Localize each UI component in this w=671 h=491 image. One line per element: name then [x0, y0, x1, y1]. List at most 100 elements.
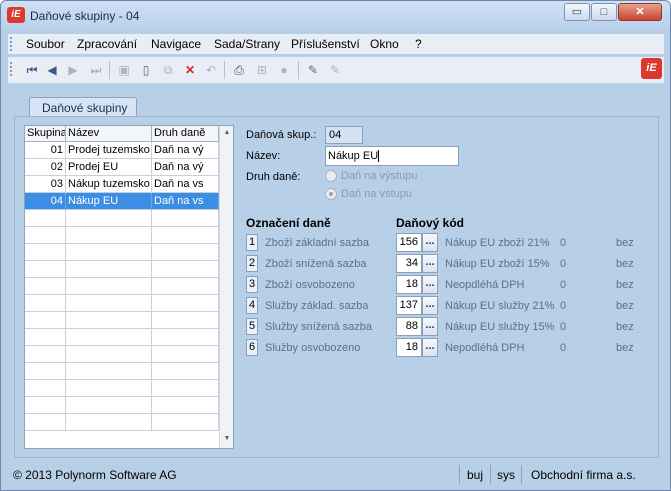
- tax-code-input[interactable]: 34: [396, 254, 422, 273]
- tax-code-description: Nepodléhá DPH: [445, 342, 525, 354]
- groups-grid[interactable]: Skupina Název Druh daně 01 Prodej tuzems…: [24, 125, 234, 449]
- empty-row: [25, 346, 219, 363]
- previous-record-icon[interactable]: ◀: [44, 62, 60, 78]
- status-user: buj: [467, 468, 484, 482]
- disabled-circle-icon[interactable]: ●: [276, 62, 292, 78]
- next-record-icon[interactable]: ▶: [65, 62, 81, 78]
- toolbar-separator: [109, 61, 110, 79]
- status-separator: [459, 465, 460, 484]
- danovy-kod-header: Daňový kód: [396, 216, 465, 230]
- grid-scrollbar[interactable]: ▲ ▼: [219, 126, 233, 448]
- copy-icon[interactable]: ⧉: [160, 62, 176, 78]
- menu-soubor[interactable]: Soubor: [26, 37, 65, 51]
- tax-code-lookup-button[interactable]: ...: [422, 338, 438, 357]
- app-logo-icon[interactable]: iE: [7, 7, 25, 23]
- column-header-druh[interactable]: Druh daně: [152, 126, 219, 142]
- tax-code-input[interactable]: 18: [396, 338, 422, 357]
- cell-skupina: 01: [25, 142, 66, 159]
- toolbar-grip: [10, 62, 12, 76]
- empty-row: [25, 363, 219, 380]
- oznaceni-dane-header: Označení daně: [246, 216, 331, 230]
- menu-prislusenstvi[interactable]: Příslušenství: [291, 37, 360, 51]
- tax-flag-value: bez: [616, 300, 634, 312]
- tax-code-description: Nákup EU služby 21%: [445, 300, 555, 312]
- menu-okno[interactable]: Okno: [370, 37, 399, 51]
- tax-rate-value: 0: [560, 321, 567, 333]
- druh-label: Druh daně:: [246, 171, 301, 183]
- cell-skupina: 02: [25, 159, 66, 176]
- table-row-selected[interactable]: 04 Nákup EU Daň na vs: [25, 193, 219, 210]
- empty-row: [25, 244, 219, 261]
- tax-flag-value: bez: [616, 237, 634, 249]
- radio-dan-na-vystupu[interactable]: [325, 170, 337, 182]
- window-title: Daňové skupiny - 04: [30, 9, 140, 23]
- table-row[interactable]: 03 Nákup tuzemsko Daň na vs: [25, 176, 219, 193]
- status-firm: Obchodní firma a.s.: [531, 468, 636, 482]
- tax-code-lookup-button[interactable]: ...: [422, 254, 438, 273]
- structure-icon[interactable]: ⊞: [254, 62, 270, 78]
- tax-code-lookup-button[interactable]: ...: [422, 296, 438, 315]
- empty-row: [25, 329, 219, 346]
- tax-row-name: Služby základ. sazba: [265, 300, 369, 312]
- scroll-up-icon[interactable]: ▲: [222, 129, 232, 136]
- tax-row-name: Zboží základní sazba: [265, 237, 369, 249]
- print-icon[interactable]: ⎙: [231, 62, 247, 78]
- save-icon[interactable]: ▣: [116, 62, 132, 78]
- tax-code-lookup-button[interactable]: ...: [422, 317, 438, 336]
- radio-dan-na-vstupu[interactable]: [325, 188, 337, 200]
- close-button[interactable]: ✕: [618, 3, 662, 21]
- tax-row-number: 6: [246, 339, 258, 356]
- tax-code-input[interactable]: 18: [396, 275, 422, 294]
- empty-row: [25, 380, 219, 397]
- main-window: iE Daňové skupiny - 04 ▭ □ ✕ Soubor Zpra…: [0, 0, 671, 491]
- first-record-icon[interactable]: ⏮: [24, 62, 40, 78]
- edit-pen-icon[interactable]: ✎: [305, 62, 321, 78]
- menu-navigace[interactable]: Navigace: [151, 37, 201, 51]
- tax-rate-value: 0: [560, 342, 567, 354]
- empty-row: [25, 397, 219, 414]
- column-header-skupina[interactable]: Skupina: [25, 126, 66, 142]
- maximize-button[interactable]: □: [591, 3, 617, 21]
- minimize-button[interactable]: ▭: [564, 3, 590, 21]
- skupina-label: Daňová skup.:: [246, 129, 317, 141]
- status-separator: [521, 465, 522, 484]
- tax-row-name: Zboží snížená sazba: [265, 258, 367, 270]
- last-record-icon[interactable]: ⏭: [88, 62, 104, 78]
- text-caret: [378, 150, 380, 163]
- empty-row: [25, 312, 219, 329]
- new-document-icon[interactable]: ▯: [138, 62, 154, 78]
- cell-nazev: Prodej tuzemsko: [66, 142, 152, 159]
- delete-icon[interactable]: ✕: [182, 62, 198, 78]
- cell-nazev: Nákup EU: [66, 193, 152, 210]
- tax-code-lookup-button[interactable]: ...: [422, 233, 438, 252]
- column-header-nazev[interactable]: Název: [66, 126, 152, 142]
- table-row[interactable]: 02 Prodej EU Daň na vý: [25, 159, 219, 176]
- title-bar[interactable]: iE Daňové skupiny - 04 ▭ □ ✕: [1, 1, 670, 31]
- table-row[interactable]: 01 Prodej tuzemsko Daň na vý: [25, 142, 219, 159]
- tax-code-description: Nákup EU zboží 21%: [445, 237, 550, 249]
- tax-code-input[interactable]: 137: [396, 296, 422, 315]
- tax-row-name: Zboží osvobozeno: [265, 279, 355, 291]
- tab-label: Daňové skupiny: [42, 101, 128, 115]
- edit-pen-disabled-icon[interactable]: ✎: [327, 62, 343, 78]
- tax-row-number: 5: [246, 318, 258, 335]
- cell-druh: Daň na vs: [152, 193, 219, 210]
- nazev-input[interactable]: Nákup EU: [325, 146, 459, 166]
- cell-skupina: 03: [25, 176, 66, 193]
- copyright-text: © 2013 Polynorm Software AG: [13, 468, 177, 482]
- menu-zpracovani[interactable]: Zpracování: [77, 37, 137, 51]
- cell-skupina: 04: [25, 193, 66, 210]
- menu-sada-strany[interactable]: Sada/Strany: [214, 37, 280, 51]
- empty-row: [25, 295, 219, 312]
- empty-row: [25, 414, 219, 431]
- undo-icon[interactable]: ↶: [203, 62, 219, 78]
- menu-help[interactable]: ?: [415, 37, 422, 51]
- tax-code-lookup-button[interactable]: ...: [422, 275, 438, 294]
- tax-code-input[interactable]: 88: [396, 317, 422, 336]
- tax-code-input[interactable]: 156: [396, 233, 422, 252]
- nazev-label: Název:: [246, 150, 281, 162]
- tab-danove-skupiny[interactable]: Daňové skupiny: [29, 97, 137, 116]
- tax-row-name: Služby snížená sazba: [265, 321, 373, 333]
- scroll-down-icon[interactable]: ▼: [222, 435, 232, 442]
- empty-row: [25, 261, 219, 278]
